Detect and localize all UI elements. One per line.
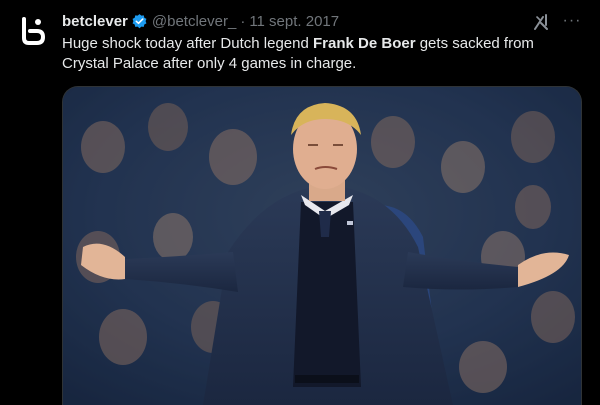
grok-icon: [534, 14, 548, 30]
tweet-date[interactable]: 11 sept. 2017: [249, 13, 339, 30]
more-button[interactable]: ···: [560, 13, 584, 31]
photo-manager-shrugging: [63, 87, 581, 405]
tweet-media-photo[interactable]: [62, 86, 582, 405]
verified-badge-icon: [132, 13, 147, 28]
tweet-text: Huge shock today after Dutch legend Fran…: [62, 34, 582, 74]
tweet-header: betclever @betclever_ · 11 sept. 2017: [62, 11, 530, 31]
grok-button[interactable]: [532, 13, 552, 31]
more-icon: ···: [562, 12, 582, 29]
avatar[interactable]: [12, 10, 54, 52]
author-handle[interactable]: @betclever_: [152, 13, 236, 30]
author-name[interactable]: betclever: [62, 13, 128, 30]
tweet-text-bold: Frank De Boer: [313, 35, 416, 52]
betclever-logo-icon: [22, 17, 46, 45]
separator-dot: ·: [240, 12, 246, 30]
tweet[interactable]: betclever @betclever_ · 11 sept. 2017 ··…: [0, 0, 600, 405]
tweet-text-part-1: Huge shock today after Dutch legend: [62, 35, 313, 52]
